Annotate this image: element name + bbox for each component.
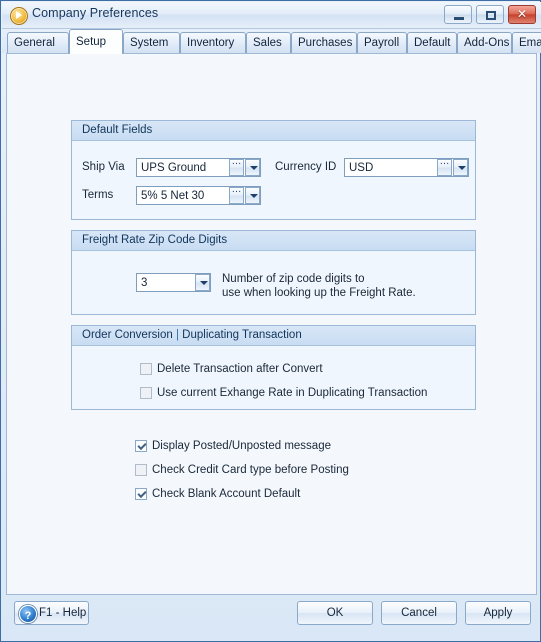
checkbox-display-posted-message[interactable] (135, 440, 147, 452)
ok-button[interactable]: OK (297, 601, 373, 625)
order-conversion-title-part2: Duplicating Transaction (182, 329, 302, 341)
tab-general[interactable]: General (7, 32, 69, 53)
checkbox-display-posted-message-label: Display Posted/Unposted message (152, 440, 331, 452)
play-circle-icon (10, 7, 28, 25)
group-order-conversion-title: Order Conversion | Duplicating Transacti… (72, 326, 475, 346)
checkbox-row-display-posted-message[interactable]: Display Posted/Unposted message (135, 440, 331, 452)
checkbox-check-credit-card-type[interactable] (135, 464, 147, 476)
checkbox-delete-transaction[interactable] (140, 363, 152, 375)
checkbox-check-blank-account-default-label: Check Blank Account Default (152, 488, 301, 500)
ship-via-combo[interactable]: UPS Ground (136, 156, 261, 177)
ship-via-value: UPS Ground (141, 161, 207, 174)
tab-email-setup[interactable]: Email Setup (512, 32, 541, 53)
checkbox-row-delete-transaction[interactable]: Delete Transaction after Convert (140, 363, 323, 375)
checkbox-row-check-credit-card-type[interactable]: Check Credit Card type before Posting (135, 464, 349, 476)
checkbox-use-current-exchange-rate-label: Use current Exhange Rate in Duplicating … (157, 387, 428, 399)
minimize-icon (454, 17, 464, 20)
help-icon (19, 605, 37, 627)
zip-digits-chevron-down-icon[interactable] (195, 274, 210, 291)
ship-via-lookup-icon[interactable] (229, 156, 244, 176)
terms-combo[interactable]: 5% 5 Net 30 (136, 184, 261, 205)
group-freight-rate-title: Freight Rate Zip Code Digits (72, 231, 475, 251)
tab-default[interactable]: Default (407, 32, 457, 53)
tab-purchases[interactable]: Purchases (291, 32, 357, 53)
title-bar: Company Preferences ✕ (2, 2, 541, 29)
group-default-fields-title: Default Fields (72, 121, 475, 141)
checkbox-check-blank-account-default[interactable] (135, 488, 147, 500)
tab-inventory[interactable]: Inventory (180, 32, 246, 53)
freight-rate-description: Number of zip code digits to use when lo… (222, 273, 416, 299)
cancel-button[interactable]: Cancel (381, 601, 457, 625)
order-conversion-title-part1: Order Conversion (82, 329, 173, 341)
currency-id-label: Currency ID (275, 161, 337, 173)
ship-via-chevron-down-icon[interactable] (245, 159, 260, 176)
group-freight-rate: Freight Rate Zip Code Digits 3 Number of… (71, 230, 476, 315)
tab-sales[interactable]: Sales (246, 32, 291, 53)
ship-via-label: Ship Via (82, 161, 125, 173)
group-default-fields-body: Ship Via UPS Ground Terms 5% 5 Net 30 Cu… (72, 141, 475, 219)
group-order-conversion-body: Delete Transaction after Convert Use cur… (72, 346, 475, 409)
help-button[interactable]: F1 - Help (14, 601, 89, 627)
close-icon: ✕ (516, 7, 528, 21)
currency-id-value: USD (349, 161, 374, 174)
maximize-button[interactable] (476, 5, 504, 24)
order-conversion-title-separator: | (175, 329, 179, 341)
tab-add-ons[interactable]: Add-Ons (457, 32, 512, 53)
checkbox-delete-transaction-label: Delete Transaction after Convert (157, 363, 323, 375)
help-button-label: F1 - Help (39, 607, 87, 619)
terms-label: Terms (82, 189, 114, 201)
currency-id-combo[interactable]: USD (344, 156, 469, 177)
close-button[interactable]: ✕ (508, 5, 536, 24)
group-freight-rate-body: 3 Number of zip code digits to use when … (72, 251, 475, 314)
tab-system[interactable]: System (123, 32, 180, 53)
tab-setup[interactable]: Setup (69, 29, 123, 54)
setup-tab-panel: Default Fields Ship Via UPS Ground Terms… (6, 53, 537, 595)
tab-payroll[interactable]: Payroll (357, 32, 407, 53)
checkbox-row-use-current-exchange-rate[interactable]: Use current Exhange Rate in Duplicating … (140, 387, 427, 399)
window-controls: ✕ (444, 5, 536, 24)
zip-digits-value: 3 (141, 276, 148, 289)
checkbox-use-current-exchange-rate[interactable] (140, 387, 152, 399)
maximize-icon (486, 11, 496, 20)
terms-lookup-icon[interactable] (229, 184, 244, 204)
company-preferences-window: Company Preferences ✕ General Setup Syst… (0, 0, 541, 642)
terms-value: 5% 5 Net 30 (141, 189, 205, 202)
currency-id-lookup-icon[interactable] (437, 156, 452, 176)
apply-button[interactable]: Apply (465, 601, 531, 625)
terms-chevron-down-icon[interactable] (245, 187, 260, 204)
tab-strip: General Setup System Inventory Sales Pur… (2, 29, 541, 54)
currency-id-chevron-down-icon[interactable] (453, 159, 468, 176)
minimize-button[interactable] (444, 5, 472, 24)
zip-digits-combo[interactable]: 3 (136, 273, 211, 292)
group-default-fields: Default Fields Ship Via UPS Ground Terms… (71, 120, 476, 220)
checkbox-row-check-blank-account-default[interactable]: Check Blank Account Default (135, 488, 300, 500)
group-order-conversion: Order Conversion | Duplicating Transacti… (71, 325, 476, 410)
checkbox-check-credit-card-type-label: Check Credit Card type before Posting (152, 464, 349, 476)
window-title: Company Preferences (32, 6, 159, 20)
